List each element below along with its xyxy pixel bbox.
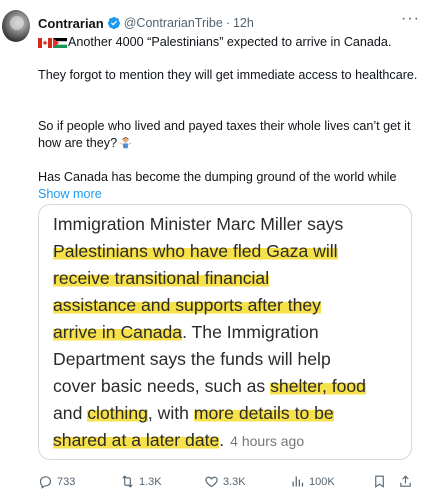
card-text-line: shared at a later date. 4 hours ago (53, 427, 405, 455)
reply-button[interactable]: 733 (38, 474, 75, 489)
card-text-segment: Immigration Minister Marc Miller says (53, 214, 344, 234)
views-chart-icon (292, 476, 304, 487)
tweet-actions: 733 1.3K 3.3K 100K (38, 472, 422, 492)
tweet-time[interactable]: 12h (233, 16, 254, 30)
author-name[interactable]: Contrarian (38, 16, 104, 31)
highlighted-text: clothing (87, 403, 148, 423)
canada-flag-icon (38, 37, 52, 48)
tweet-paragraph-3-text: So if people who lived and payed taxes t… (38, 119, 411, 150)
tweet[interactable]: Contrarian @ContrarianTribe · 12h ··· An… (0, 0, 434, 500)
separator-dot: · (225, 16, 230, 30)
highlighted-text: more details to be (193, 403, 334, 423)
card-text-line: arrive in Canada. The Immigration (53, 319, 405, 346)
reply-icon (39, 476, 52, 489)
more-horizontal-icon[interactable]: ··· (401, 11, 420, 27)
show-more-link[interactable]: Show more (38, 186, 102, 203)
card-text-line: and clothing, with more details to be (53, 400, 405, 427)
tweet-paragraph-3: So if people who lived and payed taxes t… (38, 118, 418, 152)
palestine-flag-icon (53, 37, 67, 48)
card-text-line: receive transitional financial (53, 265, 405, 292)
retweet-count: 1.3K (139, 475, 162, 488)
highlighted-text: Palestinians who have fled Gaza will (53, 241, 338, 261)
tweet-paragraph-4: Has Canada has become the dumping ground… (38, 170, 397, 184)
tweet-text: Another 4000 “Palestinians” expected to … (38, 34, 418, 201)
card-text-line: assistance and supports after they (53, 292, 405, 319)
card-text-segment: Department says the funds will help (53, 349, 331, 369)
tweet-paragraph-2: They forgot to mention they will get imm… (38, 68, 418, 82)
author-handle[interactable]: @ContrarianTribe (124, 16, 223, 30)
heart-icon (205, 476, 218, 488)
card-article-text: Immigration Minister Marc Miller says Pal… (53, 211, 405, 455)
views-button[interactable]: 100K (290, 474, 335, 489)
views-count: 100K (309, 475, 335, 488)
highlighted-text: receive transitional financial (53, 268, 270, 288)
avatar[interactable] (2, 10, 30, 42)
highlighted-text: shared at a later date (53, 430, 220, 450)
like-count: 3.3K (223, 475, 246, 488)
tweet-line-1-text: Another 4000 “Palestinians” expected to … (68, 35, 392, 49)
share-icon (400, 475, 411, 487)
retweet-icon (122, 475, 133, 488)
quoted-image-card[interactable]: Immigration Minister Marc Miller says Pal… (38, 204, 412, 460)
share-button[interactable] (398, 474, 413, 489)
highlighted-text: assistance and supports after they (53, 295, 321, 315)
retweet-button[interactable]: 1.3K (120, 474, 162, 489)
like-button[interactable]: 3.3K (204, 474, 246, 489)
bookmark-button[interactable] (372, 474, 387, 489)
bookmark-icon (375, 475, 384, 488)
highlighted-text: shelter, food (270, 376, 366, 396)
card-text-line: Palestinians who have fled Gaza will (53, 238, 405, 265)
card-text-segment: . (219, 430, 225, 450)
card-text-segment: . The Immigration (182, 322, 319, 342)
tweet-line-1: Another 4000 “Palestinians” expected to … (38, 34, 418, 51)
reply-count: 733 (57, 475, 76, 488)
card-text-segment: cover basic needs, such as (53, 376, 271, 396)
verified-badge-icon (107, 16, 120, 30)
tweet-header: Contrarian @ContrarianTribe · 12h (38, 14, 254, 32)
card-text-segment: and (53, 403, 88, 423)
person-shrugging-emoji-icon (119, 137, 132, 149)
card-text-segment: , with (147, 403, 194, 423)
highlighted-text: arrive in Canada (53, 322, 183, 342)
card-text-line: cover basic needs, such as shelter, food (53, 373, 405, 400)
card-text-line: Immigration Minister Marc Miller says (53, 211, 405, 238)
card-text-line: Department says the funds will help (53, 346, 405, 373)
card-timestamp: 4 hours ago (230, 433, 305, 449)
